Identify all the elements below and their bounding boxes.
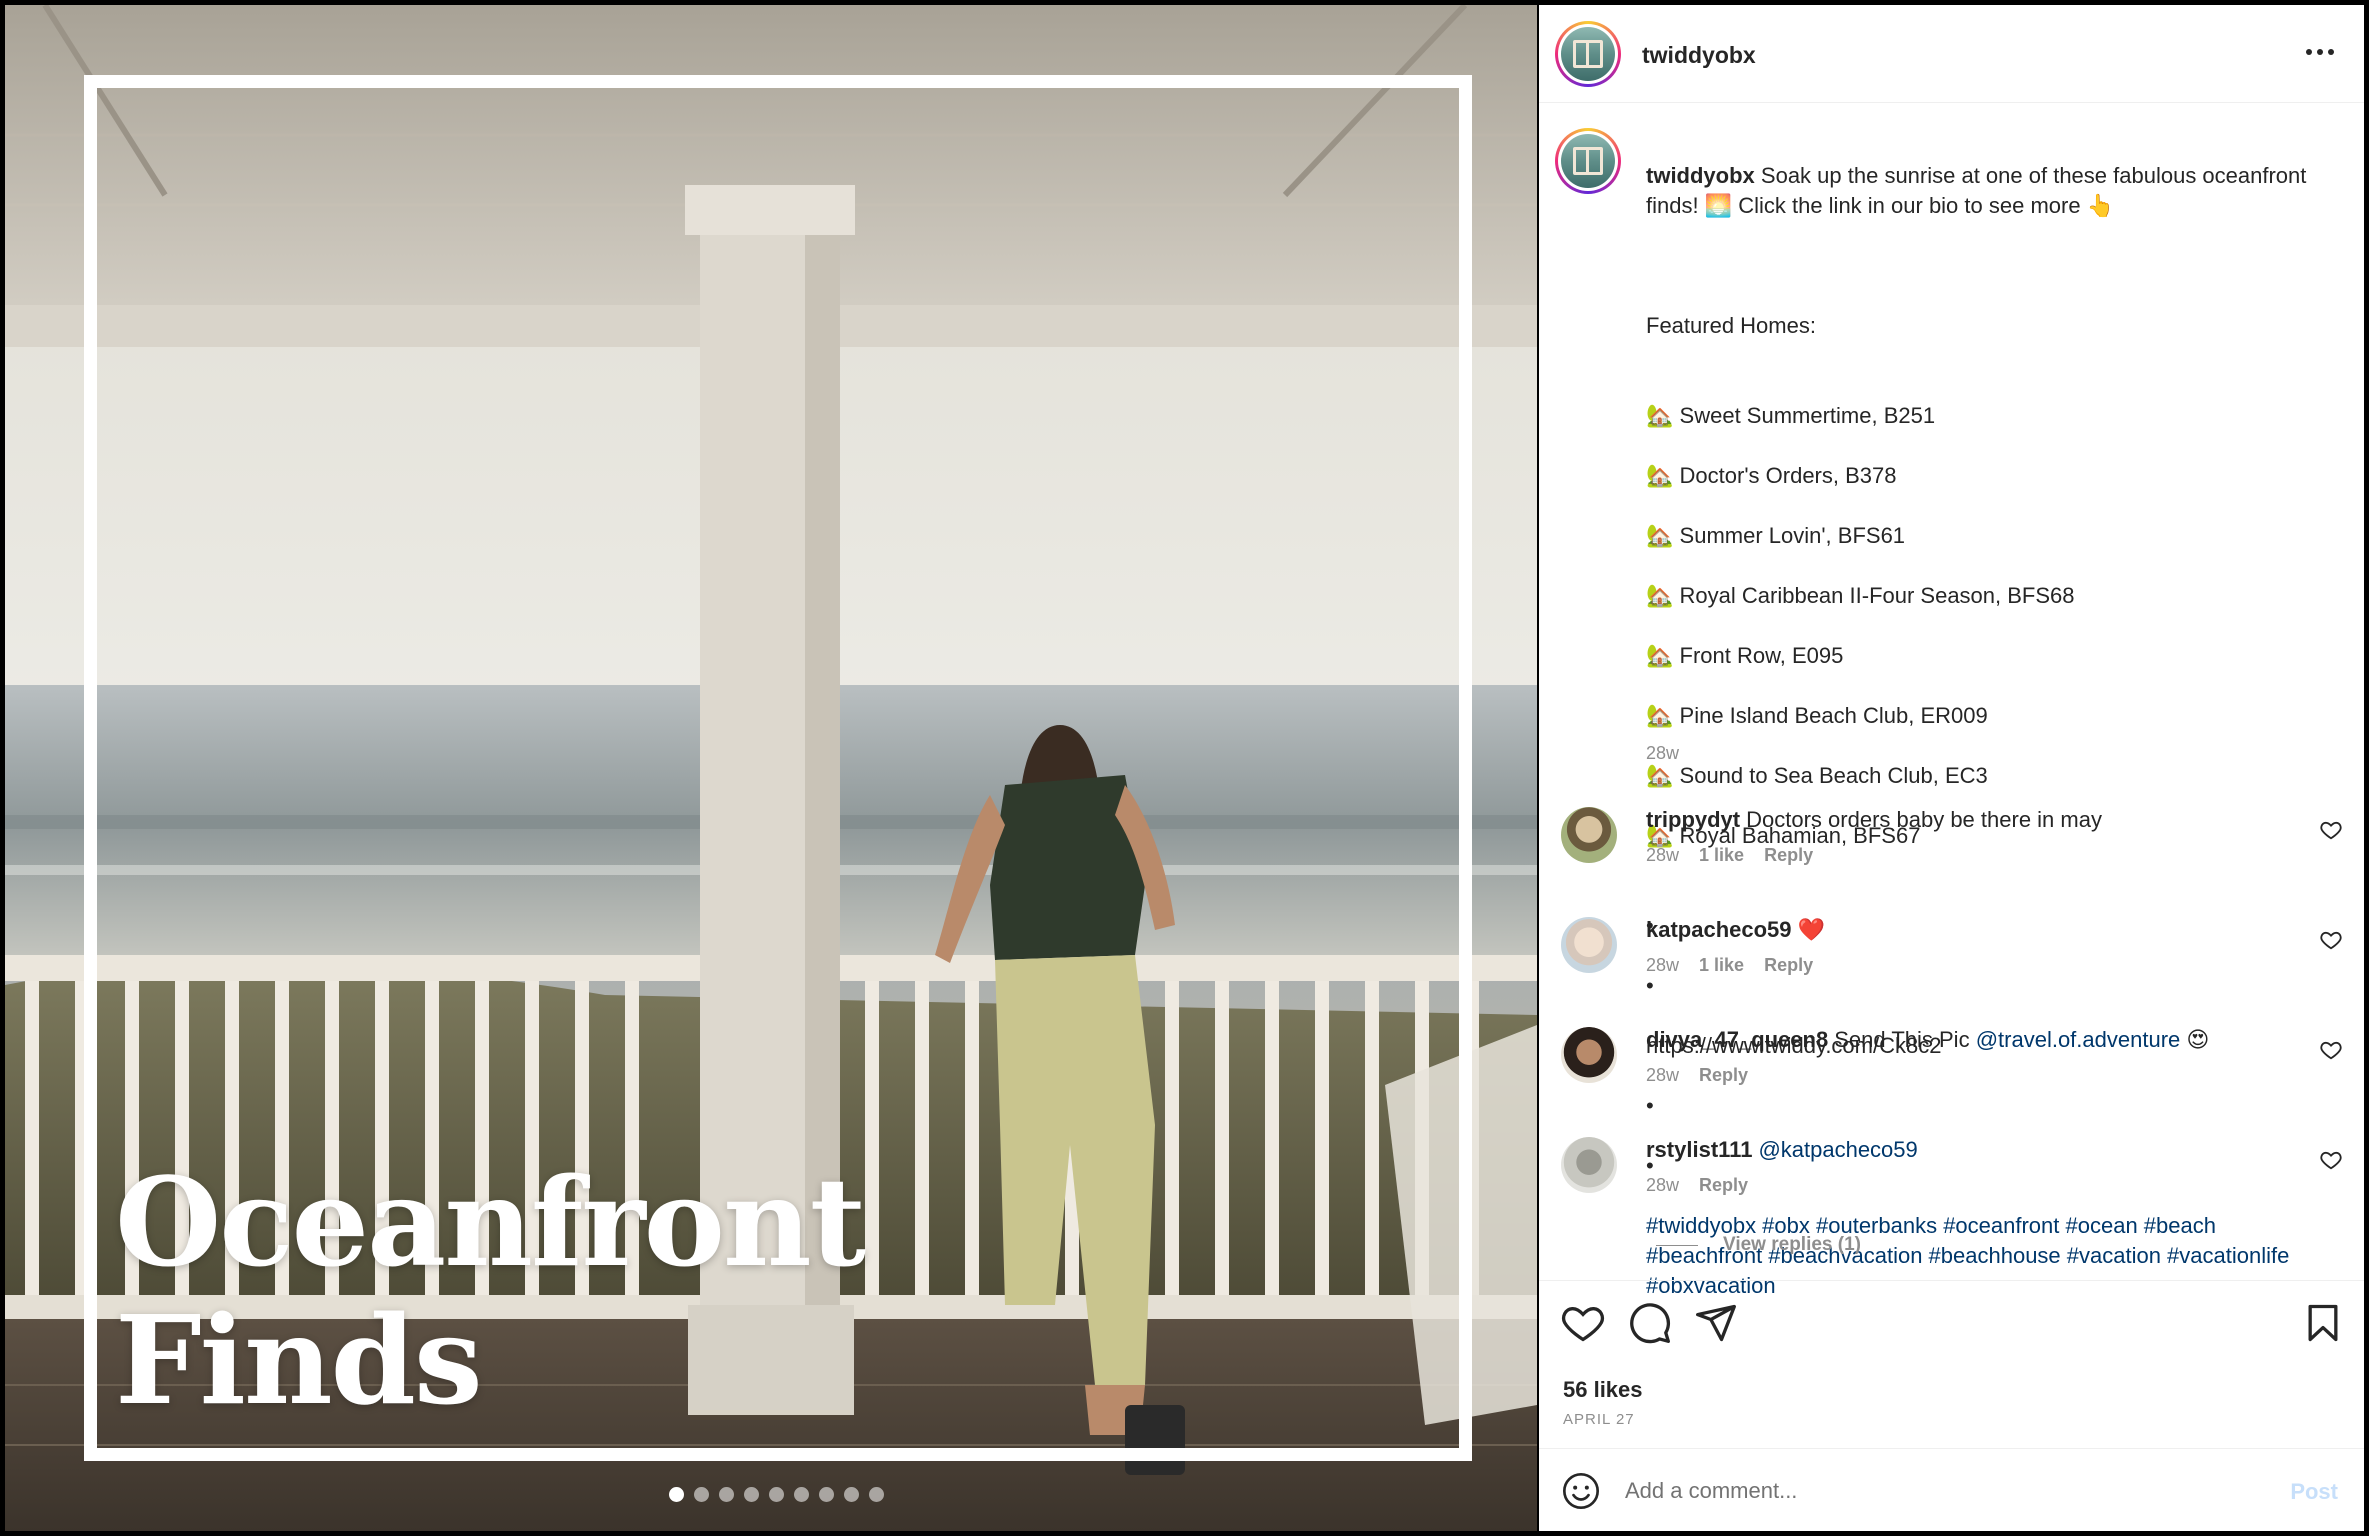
comment-username[interactable]: trippydyt: [1646, 807, 1740, 832]
more-icon[interactable]: [2306, 49, 2334, 55]
comment-emoji: 😍: [2186, 1027, 2210, 1052]
view-replies-button[interactable]: View replies (1): [1656, 1234, 1861, 1256]
carousel-dot[interactable]: [819, 1487, 834, 1502]
comment-time: 28w: [1646, 845, 1680, 865]
emoji-icon[interactable]: [1561, 1471, 1601, 1511]
carousel-dot[interactable]: [844, 1487, 859, 1502]
heart-icon[interactable]: [2320, 1039, 2342, 1061]
avatar[interactable]: [1561, 917, 1617, 973]
list-item: 🏡 Front Row, E095: [1646, 643, 1844, 668]
comment-username[interactable]: rstylist111: [1646, 1137, 1752, 1162]
comment: rstylist111 @katpacheco59 28w Reply: [1539, 1135, 2364, 1235]
list-item: 🏡 Sweet Summertime, B251: [1646, 403, 1936, 428]
comment-time: 28w: [1646, 1175, 1680, 1195]
headline-line-2: Finds: [115, 1288, 483, 1432]
reply-button[interactable]: Reply: [1699, 1065, 1748, 1086]
home-icon: 🏡: [1646, 463, 1674, 488]
comment-time: 28w: [1646, 1065, 1680, 1085]
post-button[interactable]: Post: [2290, 1479, 2338, 1505]
carousel-dot[interactable]: [694, 1487, 709, 1502]
avatar[interactable]: [1561, 1027, 1617, 1083]
profile-avatar[interactable]: [1555, 21, 1621, 87]
carousel-dot[interactable]: [669, 1487, 684, 1502]
headline-line-1: Oceanfront: [115, 1150, 866, 1294]
comment-likes[interactable]: 1 like: [1699, 955, 1744, 976]
comment-likes[interactable]: 1 like: [1699, 845, 1744, 866]
comment-text: Send This Pic: [1834, 1027, 1970, 1052]
bookmark-icon[interactable]: [2301, 1301, 2345, 1345]
post-header: twiddyobx: [1539, 5, 2364, 103]
home-icon: 🏡: [1646, 763, 1674, 788]
carousel-dot[interactable]: [869, 1487, 884, 1502]
carousel-dot[interactable]: [794, 1487, 809, 1502]
comment: katpacheco59 ❤️ 28w 1 like Reply: [1539, 915, 2364, 1015]
divider: [1656, 1244, 1698, 1246]
list-item: 🏡 Summer Lovin', BFS61: [1646, 523, 1906, 548]
view-replies-label: View replies (1): [1723, 1234, 1861, 1255]
comment: trippydyt Doctors orders baby be there in…: [1539, 805, 2364, 905]
carousel-dot[interactable]: [744, 1487, 759, 1502]
post-date: APRIL 27: [1563, 1411, 1635, 1428]
header-username[interactable]: twiddyobx: [1642, 42, 1756, 69]
list-item: 🏡 Sound to Sea Beach Club, EC3: [1646, 763, 1988, 788]
heart-icon[interactable]: [2320, 929, 2342, 951]
comment-time: 28w: [1646, 955, 1680, 975]
list-item: 🏡 Pine Island Beach Club, ER009: [1646, 703, 1988, 728]
carousel-indicator: [669, 1487, 884, 1503]
carousel-dot[interactable]: [719, 1487, 734, 1502]
featured-heading: Featured Homes:: [1646, 313, 1816, 338]
instagram-post-window: Oceanfront Finds twiddyobx twiddyobx Soa…: [0, 0, 2369, 1536]
caption-avatar[interactable]: [1555, 128, 1621, 194]
avatar[interactable]: [1561, 1137, 1617, 1193]
reply-button[interactable]: Reply: [1699, 1175, 1748, 1196]
post-sidebar: twiddyobx twiddyobx Soak up the sunrise …: [1539, 5, 2364, 1531]
home-icon: 🏡: [1646, 703, 1674, 728]
comment-text: ❤️: [1797, 917, 1825, 942]
comment: divya_47_queen8 Send This Pic @travel.of.…: [1539, 1025, 2364, 1125]
post-media[interactable]: Oceanfront Finds: [5, 5, 1537, 1531]
carousel-dot[interactable]: [769, 1487, 784, 1502]
comment-username[interactable]: divya_47_queen8: [1646, 1027, 1828, 1052]
list-item: 🏡 Royal Caribbean II-Four Season, BFS68: [1646, 583, 2075, 608]
home-icon: 🏡: [1646, 403, 1674, 428]
heart-icon[interactable]: [1561, 1301, 1605, 1345]
heart-icon[interactable]: [2320, 819, 2342, 841]
comment-mention[interactable]: @travel.of.adventure: [1976, 1027, 2181, 1052]
share-icon[interactable]: [1694, 1301, 1738, 1345]
reply-button[interactable]: Reply: [1764, 955, 1813, 976]
home-icon: 🏡: [1646, 583, 1674, 608]
avatar[interactable]: [1561, 807, 1617, 863]
likes-count[interactable]: 56 likes: [1563, 1377, 1643, 1403]
comment-mention[interactable]: @katpacheco59: [1758, 1137, 1917, 1162]
comment-text: Doctors orders baby be there in may: [1746, 807, 2102, 832]
caption-username[interactable]: twiddyobx: [1646, 163, 1755, 188]
comment-icon[interactable]: [1628, 1301, 1672, 1345]
heart-icon[interactable]: [2320, 1149, 2342, 1171]
media-headline: Oceanfront Finds: [115, 1153, 875, 1429]
comment-input[interactable]: [1625, 1469, 2225, 1513]
add-comment-bar: Post: [1539, 1448, 2364, 1531]
home-icon: 🏡: [1646, 523, 1674, 548]
post-actions: 56 likes APRIL 27: [1539, 1280, 2364, 1450]
comment-username[interactable]: katpacheco59: [1646, 917, 1792, 942]
caption-timestamp: 28w: [1646, 743, 1680, 763]
home-icon: 🏡: [1646, 643, 1674, 668]
list-item: 🏡 Doctor's Orders, B378: [1646, 463, 1897, 488]
reply-button[interactable]: Reply: [1764, 845, 1813, 866]
